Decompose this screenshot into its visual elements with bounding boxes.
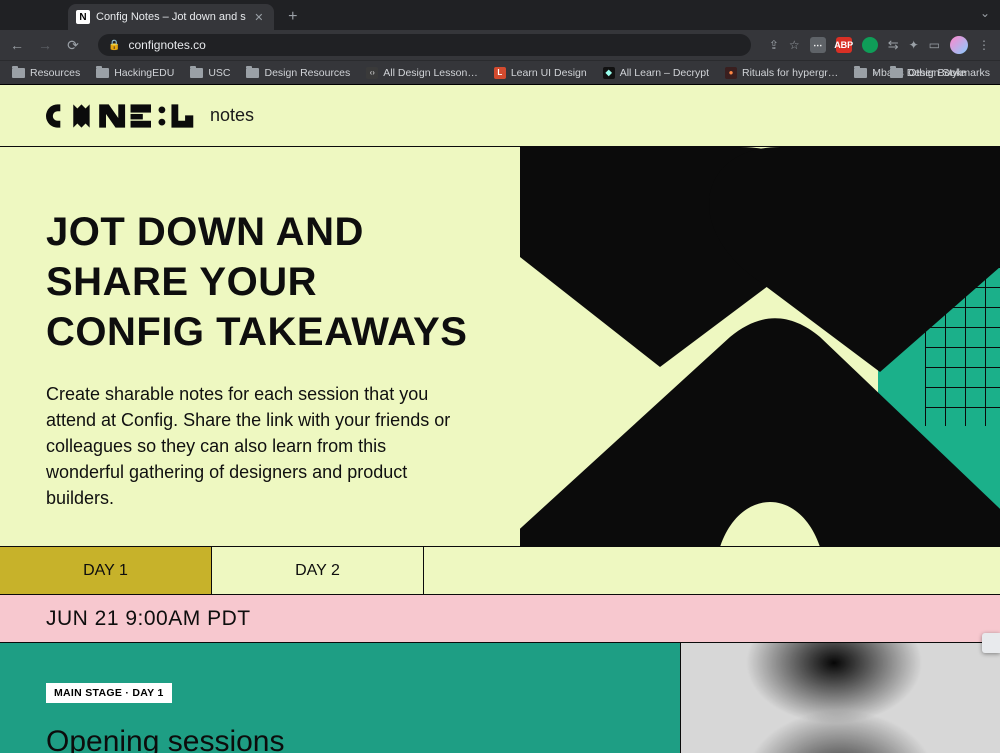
browser-toolbar: ← → ⟳ 🔒 confignotes.co ⇪ ☆ ⋯ ABP ⇆ ✦ ▭ ⋮ [0, 30, 1000, 60]
bookmark-label: Design Resources [264, 67, 350, 79]
extensions-puzzle-icon[interactable]: ✦ [909, 38, 919, 52]
folder-icon [854, 68, 867, 78]
folder-icon [12, 68, 25, 78]
stage-chip: MAIN STAGE · DAY 1 [46, 683, 172, 703]
session-title: Opening sessions [46, 725, 634, 753]
tab-day-1[interactable]: DAY 1 [0, 547, 212, 594]
bookmark-item[interactable]: ◆ All Learn – Decrypt [603, 67, 709, 79]
hero-title: JOT DOWN AND SHARE YOUR CONFIG TAKEAWAYS [46, 207, 500, 357]
share-icon[interactable]: ⇪ [769, 38, 779, 52]
page-viewport: notes JOT DOWN AND SHARE YOUR CONFIG TAK… [0, 84, 1000, 753]
extension-green-icon[interactable] [862, 37, 878, 53]
bookmark-item[interactable]: HackingEDU [96, 67, 174, 79]
hero-description: Create sharable notes for each session t… [46, 381, 466, 511]
kebab-menu-icon[interactable]: ⋮ [978, 38, 990, 52]
bookmark-item[interactable]: L Learn UI Design [494, 67, 587, 79]
hero-abstract-shape-icon [520, 147, 1000, 546]
other-bookmarks[interactable]: Other Bookmarks [890, 67, 990, 79]
bookmark-label: All Design Lesson… [383, 67, 478, 79]
bookmark-item[interactable]: Design Resources [246, 67, 350, 79]
star-icon[interactable]: ☆ [789, 38, 800, 52]
reload-icon[interactable]: ⟳ [66, 38, 80, 52]
profile-avatar[interactable] [950, 36, 968, 54]
bookmark-item[interactable]: ● Rituals for hypergr… [725, 67, 838, 79]
bookmark-label: Rituals for hypergr… [742, 67, 838, 79]
browser-tab-strip: N Config Notes – Jot down and s ✕ + ⌄ [0, 0, 1000, 30]
folder-icon [96, 68, 109, 78]
hero-section: JOT DOWN AND SHARE YOUR CONFIG TAKEAWAYS… [0, 147, 1000, 547]
bookmark-label: Learn UI Design [511, 67, 587, 79]
bookmark-label: Other Bookmarks [908, 67, 990, 79]
tab-day-2[interactable]: DAY 2 [212, 547, 424, 594]
bookmark-favicon: ● [725, 67, 737, 79]
extension-abp-icon[interactable]: ABP [836, 37, 852, 53]
bookmark-item[interactable]: USC [190, 67, 230, 79]
session-row[interactable]: MAIN STAGE · DAY 1 Opening sessions [0, 643, 1000, 753]
browser-tab[interactable]: N Config Notes – Jot down and s ✕ [68, 4, 274, 30]
address-bar[interactable]: 🔒 confignotes.co [98, 34, 751, 56]
bookmark-label: USC [208, 67, 230, 79]
side-panel-icon[interactable]: ▭ [929, 38, 940, 52]
bookmark-item[interactable]: Resources [12, 67, 80, 79]
hero-title-line: SHARE YOUR [46, 260, 317, 304]
bookmark-label: All Learn – Decrypt [620, 67, 709, 79]
bookmark-label: Resources [30, 67, 80, 79]
bookmark-label: HackingEDU [114, 67, 174, 79]
bookmark-bar: Resources HackingEDU USC Design Resource… [0, 60, 1000, 84]
bookmark-favicon: ◆ [603, 67, 615, 79]
lock-icon: 🔒 [108, 40, 120, 51]
hero-title-line: JOT DOWN AND [46, 210, 364, 254]
folder-icon [246, 68, 259, 78]
new-tab-button[interactable]: + [280, 4, 306, 30]
day-tabs: DAY 1 DAY 2 [0, 547, 1000, 595]
hero-title-line: CONFIG TAKEAWAYS [46, 310, 467, 354]
window-controls-chevron-icon[interactable]: ⌄ [980, 6, 990, 20]
tab-favicon: N [76, 10, 90, 24]
hero-illustration [520, 147, 1000, 546]
tab-title: Config Notes – Jot down and s [96, 11, 246, 23]
site-header: notes [0, 85, 1000, 147]
config-logo-icon [46, 104, 196, 128]
folder-icon [890, 68, 903, 78]
site-logo[interactable]: notes [46, 102, 254, 130]
bookmark-overflow-icon[interactable]: » [872, 67, 878, 79]
session-date-bar: JUN 21 9:00AM PDT [0, 595, 1000, 643]
tab-close-icon[interactable]: ✕ [252, 10, 266, 24]
back-icon[interactable]: ← [10, 38, 24, 52]
session-speaker-photo [680, 643, 1000, 753]
folder-icon [190, 68, 203, 78]
bookmark-item[interactable]: ‹› All Design Lesson… [366, 67, 478, 79]
scroll-minimap-icon[interactable] [982, 633, 1000, 653]
extension-sync-icon[interactable]: ⇆ [888, 37, 899, 53]
extension-dots-icon[interactable]: ⋯ [810, 37, 826, 53]
bookmark-favicon: L [494, 67, 506, 79]
logo-subtitle: notes [210, 105, 254, 126]
bookmark-favicon: ‹› [366, 67, 378, 79]
url-text: confignotes.co [128, 38, 205, 52]
forward-icon[interactable]: → [38, 38, 52, 52]
session-date-label: JUN 21 9:00AM PDT [46, 607, 251, 631]
